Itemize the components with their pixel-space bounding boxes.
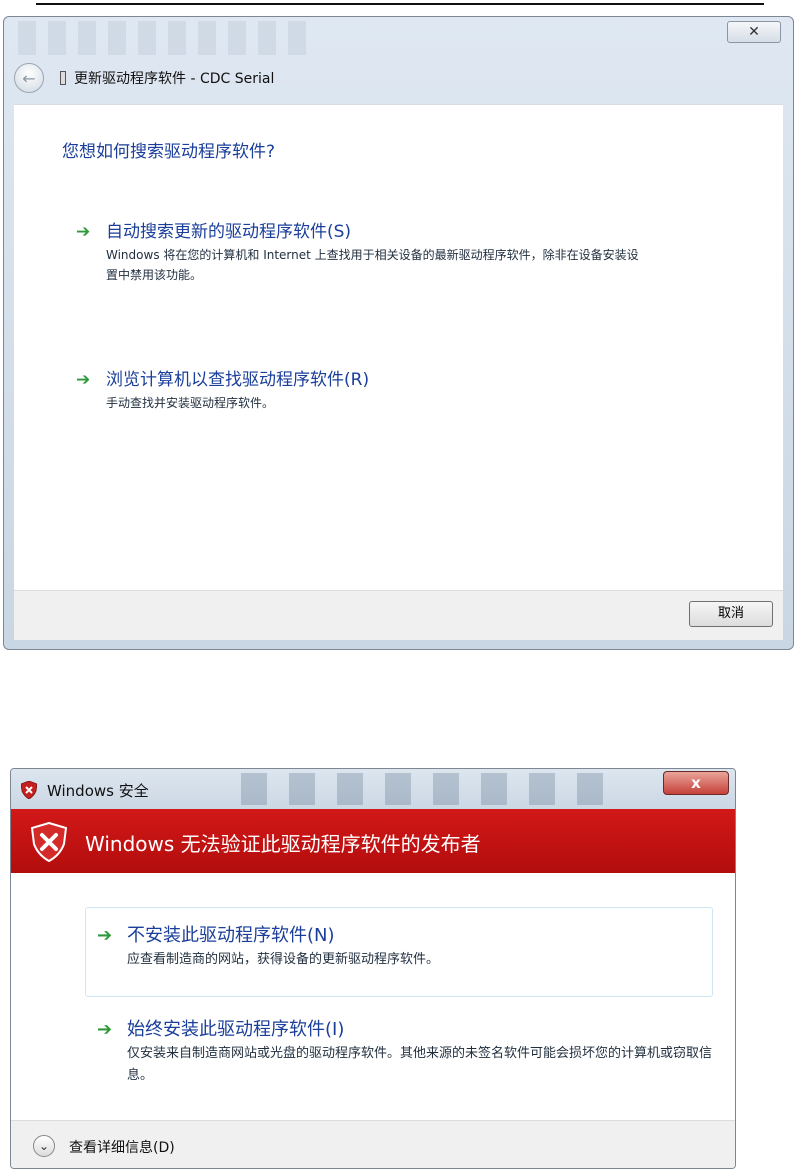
search-question-heading: 您想如何搜索驱动程序软件? bbox=[62, 142, 276, 162]
back-button[interactable]: ← bbox=[14, 63, 44, 93]
update-driver-dialog: ✕ ← 更新驱动程序软件 - CDC Serial 您想如何搜索驱动程序软件? … bbox=[3, 16, 794, 650]
green-arrow-icon: ➔ bbox=[97, 925, 113, 946]
back-arrow-icon: ← bbox=[22, 68, 36, 88]
window-frame-blur bbox=[18, 21, 318, 55]
warning-shield-icon bbox=[31, 822, 67, 862]
nav-bar: ← 更新驱动程序软件 - CDC Serial bbox=[14, 61, 774, 95]
option-title: 自动搜索更新的驱动程序软件(S) bbox=[106, 222, 352, 242]
close-button[interactable]: x bbox=[663, 771, 729, 795]
cancel-button[interactable]: 取消 bbox=[689, 601, 773, 627]
show-details-button[interactable]: ⌄ bbox=[33, 1135, 55, 1157]
option-browse-computer[interactable]: ➔ 浏览计算机以查找驱动程序软件(R) 手动查找并安装驱动程序软件。 bbox=[76, 369, 369, 413]
chevron-down-icon: ⌄ bbox=[38, 1139, 50, 1153]
green-arrow-icon: ➔ bbox=[76, 370, 91, 390]
option-description: Windows 将在您的计算机和 Internet 上查找用于相关设备的最新驱动… bbox=[106, 248, 639, 282]
option-description: 手动查找并安装驱动程序软件。 bbox=[106, 396, 275, 410]
dialog-footer: 取消 bbox=[14, 590, 783, 640]
dialog-content: 您想如何搜索驱动程序软件? ➔ 自动搜索更新的驱动程序软件(S) Windows… bbox=[14, 104, 783, 590]
option-description: 仅安装来自制造商网站或光盘的驱动程序软件。其他来源的未签名软件可能会损坏您的计算… bbox=[127, 1046, 713, 1083]
title-bar: Windows 安全 x bbox=[11, 769, 735, 809]
device-icon bbox=[60, 71, 66, 85]
dialog-footer: ⌄ 查看详细信息(D) bbox=[11, 1120, 735, 1168]
option-title: 不安装此驱动程序软件(N) bbox=[127, 925, 335, 946]
close-icon: ✕ bbox=[748, 24, 760, 40]
option-dont-install[interactable]: ➔ 不安装此驱动程序软件(N) 应查看制造商的网站，获得设备的更新驱动程序软件。 bbox=[97, 923, 439, 971]
option-install-anyway[interactable]: ➔ 始终安装此驱动程序软件(I) 仅安装来自制造商网站或光盘的驱动程序软件。其他… bbox=[97, 1017, 717, 1087]
close-button[interactable]: ✕ bbox=[727, 21, 781, 43]
green-arrow-icon: ➔ bbox=[76, 222, 91, 242]
green-arrow-icon: ➔ bbox=[97, 1019, 113, 1040]
option-title: 始终安装此驱动程序软件(I) bbox=[127, 1019, 345, 1040]
warning-banner: Windows 无法验证此驱动程序软件的发布者 bbox=[11, 809, 735, 873]
windows-security-dialog: Windows 安全 x Windows 无法验证此驱动程序软件的发布者 ➔ 不… bbox=[10, 768, 736, 1169]
option-description: 应查看制造商的网站，获得设备的更新驱动程序软件。 bbox=[127, 952, 440, 967]
option-title: 浏览计算机以查找驱动程序软件(R) bbox=[106, 370, 370, 390]
option-auto-search[interactable]: ➔ 自动搜索更新的驱动程序软件(S) Windows 将在您的计算机和 Inte… bbox=[76, 221, 646, 285]
close-icon: x bbox=[691, 774, 701, 792]
page-top-rule bbox=[36, 3, 764, 5]
warning-message: Windows 无法验证此驱动程序软件的发布者 bbox=[85, 832, 481, 856]
title-bar-blur bbox=[241, 773, 621, 805]
dialog-title: Windows 安全 bbox=[47, 782, 149, 800]
show-details-label[interactable]: 查看详细信息(D) bbox=[69, 1137, 175, 1157]
dialog-title: 更新驱动程序软件 - CDC Serial bbox=[74, 71, 275, 87]
security-shield-icon bbox=[21, 781, 37, 799]
